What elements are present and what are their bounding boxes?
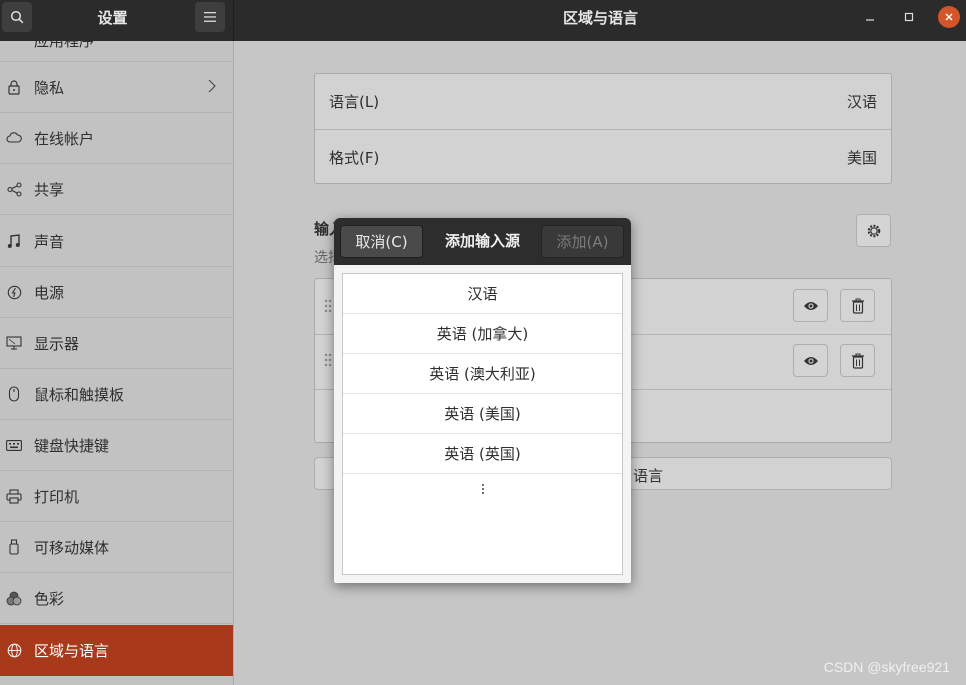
list-item[interactable]: 英语 (英国) (343, 434, 622, 474)
language-value: 汉语 (846, 93, 877, 111)
language-format-card: 语言(L) 汉语 格式(F) 美国 (314, 73, 892, 184)
sidebar-item-label: 键盘快捷键 (34, 436, 110, 455)
dialog-title: 添加输入源 (444, 232, 520, 250)
sidebar-item-power[interactable]: 电源 (0, 267, 233, 318)
drag-handle-icon[interactable] (324, 299, 332, 313)
cancel-button[interactable]: 取消(C) (340, 225, 423, 258)
sidebar-item-label: 色彩 (34, 589, 65, 608)
sidebar-item-apps[interactable]: 应用程序 (0, 41, 233, 62)
watermark: CSDN @skyfree921 (823, 659, 950, 675)
app-title: 设置 (97, 9, 128, 27)
display-icon (6, 335, 22, 351)
search-button[interactable] (2, 2, 32, 32)
language-row[interactable]: 语言(L) 汉语 (315, 74, 891, 129)
formats-value: 美国 (846, 148, 877, 167)
close-icon (945, 13, 953, 21)
gear-icon (867, 224, 880, 237)
sidebar-item-label: 隐私 (34, 78, 65, 97)
list-item[interactable]: 英语 (加拿大) (343, 314, 622, 354)
add-input-source-dialog: 取消(C) 添加输入源 添加(A) 汉语 英语 (加拿大) 英语 (澳大利亚) … (334, 218, 631, 583)
window-title: 区域与语言 (562, 9, 638, 27)
formats-row[interactable]: 格式(F) 美国 (315, 130, 891, 184)
chevron-right-icon (208, 79, 216, 93)
sidebar-item-label: 打印机 (34, 487, 80, 506)
sidebar-item-label: 区域与语言 (34, 642, 110, 660)
minimize-icon (866, 19, 874, 21)
sidebar-item-online-accounts[interactable]: 在线帐户 (0, 113, 233, 164)
sidebar-item-color[interactable]: 色彩 (0, 573, 233, 624)
sidebar-item-label: 声音 (34, 232, 65, 251)
hamburger-icon (204, 12, 216, 22)
globe-icon (6, 643, 22, 659)
sidebar-item-label: 在线帐户 (34, 129, 95, 148)
preview-layout-button[interactable] (793, 344, 828, 377)
remove-input-button[interactable] (840, 289, 875, 322)
menu-button[interactable] (195, 2, 225, 32)
sidebar-item-sharing[interactable]: 共享 (0, 164, 233, 215)
input-source-list: 汉语 英语 (加拿大) 英语 (澳大利亚) 英语 (美国) 英语 (英国) (342, 273, 623, 575)
cloud-icon (6, 130, 22, 146)
search-icon (10, 10, 24, 24)
sidebar-header: 设置 (0, 0, 234, 41)
share-icon (6, 181, 22, 197)
keyboard-icon (6, 437, 22, 453)
list-item[interactable]: 英语 (澳大利亚) (343, 354, 622, 394)
color-icon (6, 590, 22, 606)
sidebar-item-label: 显示器 (34, 334, 80, 353)
input-options-button[interactable] (856, 214, 891, 247)
mouse-icon (6, 386, 22, 402)
maximize-icon (904, 12, 914, 22)
sidebar-item-removable-media[interactable]: 可移动媒体 (0, 522, 233, 573)
dialog-header: 取消(C) 添加输入源 添加(A) (334, 218, 631, 265)
drag-handle-icon[interactable] (324, 353, 332, 367)
sidebar-item-mouse-touchpad[interactable]: 鼠标和触摸板 (0, 369, 233, 420)
eye-icon (803, 356, 818, 365)
header-bar: 设置 区域与语言 (0, 0, 966, 41)
maximize-button[interactable] (898, 6, 920, 28)
sidebar-item-label: 电源 (34, 283, 65, 302)
lock-icon (6, 79, 22, 95)
preview-layout-button[interactable] (793, 289, 828, 322)
sidebar-item-region-language[interactable]: 区域与语言 (0, 625, 233, 676)
add-button[interactable]: 添加(A) (541, 225, 624, 258)
sidebar-item-displays[interactable]: 显示器 (0, 318, 233, 369)
close-button[interactable] (938, 6, 960, 28)
usb-drive-icon (6, 539, 22, 555)
sidebar-item-label: 共享 (34, 180, 65, 199)
language-label: 语言(L) (329, 93, 380, 111)
minimize-button[interactable] (859, 6, 881, 28)
music-note-icon (6, 233, 22, 249)
sidebar-item-label: 可移动媒体 (34, 538, 110, 557)
sidebar-item-keyboard-shortcuts[interactable]: 键盘快捷键 (0, 420, 233, 471)
settings-sidebar: 应用程序 隐私 在线帐户 共享 声音 电源 显示器 (0, 41, 234, 685)
remove-input-button[interactable] (840, 344, 875, 377)
trash-icon (851, 353, 864, 369)
sidebar-item-printers[interactable]: 打印机 (0, 471, 233, 522)
eye-icon (803, 301, 818, 310)
trash-icon (851, 298, 864, 314)
sidebar-item-privacy[interactable]: 隐私 (0, 62, 233, 113)
formats-label: 格式(F) (329, 148, 380, 167)
sidebar-item-label: 鼠标和触摸板 (34, 385, 125, 404)
sidebar-item-sound[interactable]: 声音 (0, 216, 233, 267)
list-item[interactable]: 英语 (美国) (343, 394, 622, 434)
printer-icon (6, 488, 22, 504)
sidebar-item-label: 应用程序 (34, 41, 94, 51)
apps-icon (6, 41, 22, 55)
manage-languages-label: 语言 (633, 467, 664, 485)
more-languages-item[interactable] (343, 477, 622, 501)
power-icon (6, 284, 22, 300)
more-vertical-icon (481, 484, 484, 494)
list-item[interactable]: 汉语 (343, 274, 622, 314)
